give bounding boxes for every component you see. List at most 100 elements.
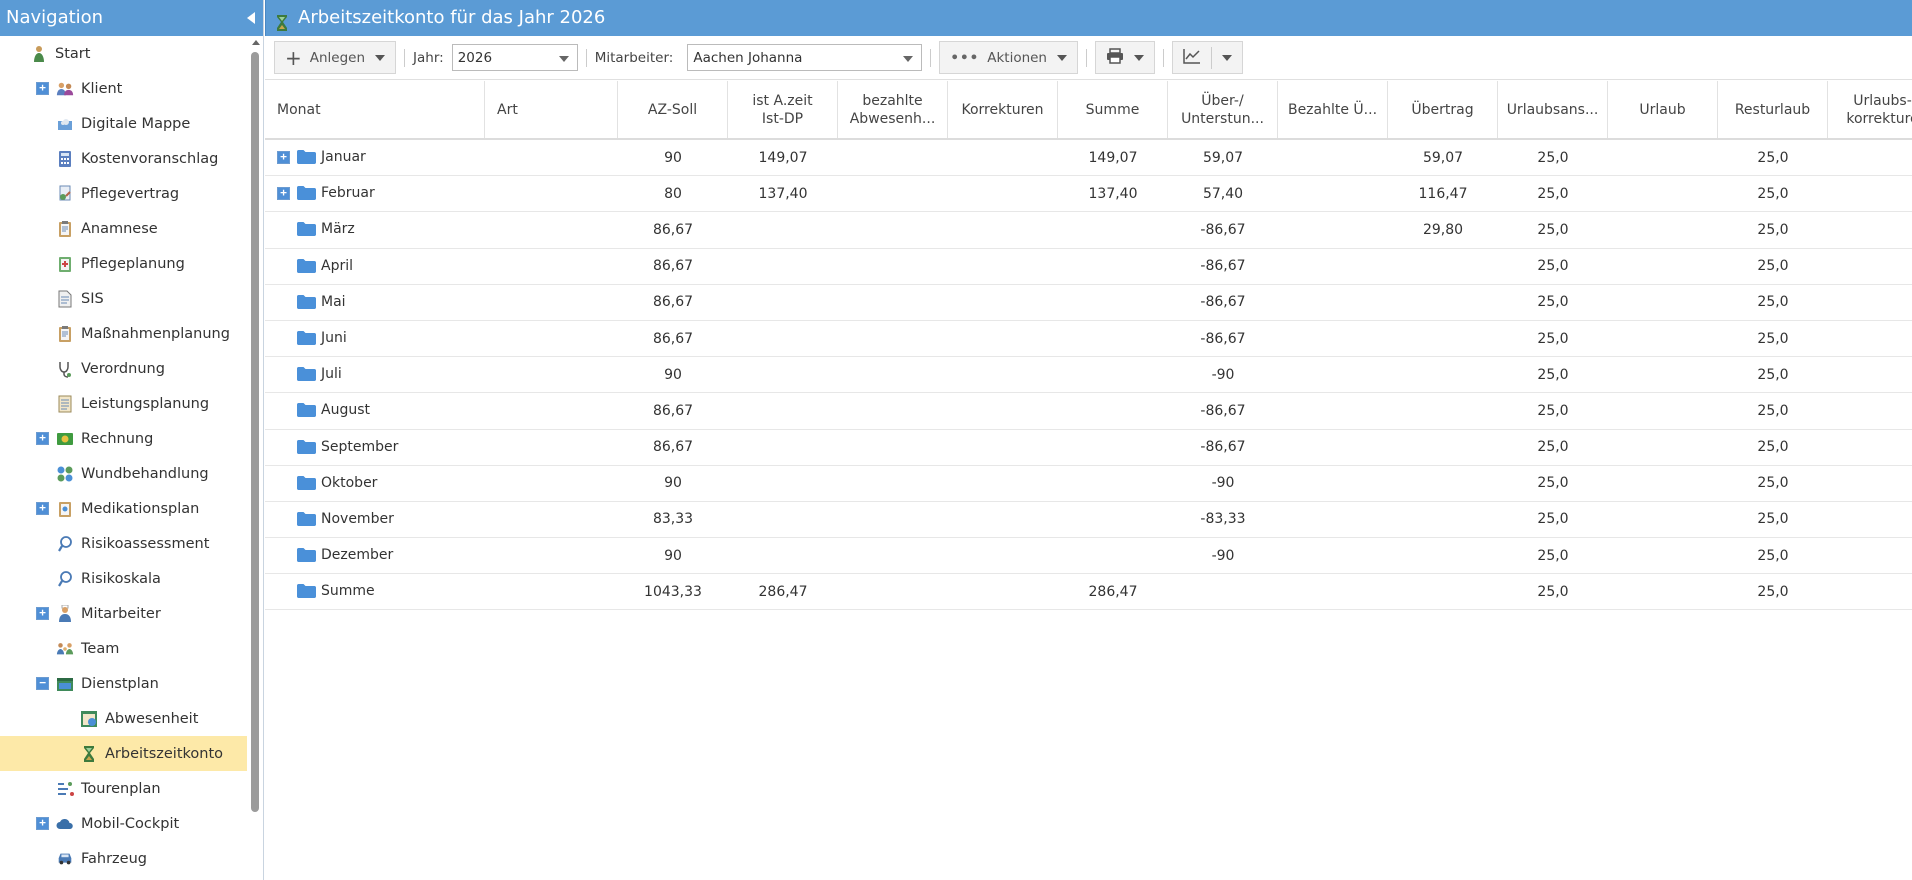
sidebar-item-arbeitszeitkonto[interactable]: Arbeitszeitkonto: [0, 736, 247, 771]
month-label: Februar: [321, 185, 375, 202]
column-header-art[interactable]: Art: [485, 81, 618, 138]
table-row[interactable]: März 86,67 -86,67 29,80 25,0 25,0: [265, 212, 1912, 249]
create-button[interactable]: + Anlegen: [274, 41, 397, 74]
column-header-text: Urlaub: [1639, 101, 1685, 119]
cell-uk: [1828, 357, 1912, 392]
sidebar-item-maßnahmenplanung[interactable]: Maßnahmenplanung: [0, 316, 247, 351]
sidebar-item-abwesenheit[interactable]: Abwesenheit: [0, 701, 247, 736]
expand-icon[interactable]: +: [36, 82, 49, 95]
sidebar-item-risikoassessment[interactable]: Risikoassessment: [0, 526, 247, 561]
sidebar-item-fahrzeug[interactable]: Fahrzeug: [0, 841, 247, 876]
cell-rest: 25,0: [1757, 583, 1789, 600]
column-header-monat[interactable]: Monat: [265, 81, 485, 138]
cell-uebertrag: [1388, 430, 1498, 465]
sidebar-item-start[interactable]: Start: [0, 36, 247, 71]
cell-ueber: -86,67: [1200, 330, 1246, 347]
contract-icon: [56, 185, 74, 203]
sidebar-item-dienstplan[interactable]: − Dienstplan: [0, 666, 247, 701]
column-header-uk[interactable]: Urlaubs-korrekture: [1828, 81, 1912, 138]
sidebar-item-mitarbeiter[interactable]: + Mitarbeiter: [0, 596, 247, 631]
column-header-ua[interactable]: Urlaubsans...: [1498, 81, 1608, 138]
sidebar-item-team[interactable]: Team: [0, 631, 247, 666]
sidebar-item-kostenvoranschlag[interactable]: Kostenvoranschlag: [0, 141, 247, 176]
sidebar-item-wundbehandlung[interactable]: Wundbehandlung: [0, 456, 247, 491]
title-bar: Arbeitszeitkonto für das Jahr 2026: [265, 0, 1912, 36]
grid-body: + Januar 90 149,07 149,07 59,07 59,07 25,0 25,0 +…: [265, 140, 1912, 611]
table-row[interactable]: Juli 90 -90 25,0 25,0: [265, 357, 1912, 394]
cell-summe: 149,07: [1088, 149, 1138, 166]
cell-abw: [838, 357, 948, 392]
table-row[interactable]: Dezember 90 -90 25,0 25,0: [265, 538, 1912, 575]
column-header-bezue[interactable]: Bezahlte Ü...: [1278, 81, 1388, 138]
cell-uebertrag: 59,07: [1422, 149, 1464, 166]
scroll-up-arrow-icon[interactable]: [252, 40, 260, 45]
sidebar-item-klient[interactable]: + Klient: [0, 71, 247, 106]
table-row[interactable]: September 86,67 -86,67 25,0 25,0: [265, 430, 1912, 466]
sidebar-item-label: Anamnese: [81, 220, 158, 237]
collapse-icon[interactable]: −: [36, 677, 49, 690]
sidebar-item-digitale-mappe[interactable]: Digitale Mappe: [0, 106, 247, 141]
table-row[interactable]: Summe 1043,33 286,47 286,47 25,0 25,0: [265, 574, 1912, 611]
table-row[interactable]: + Februar 80 137,40 137,40 57,40 116,47 25,0 25,…: [265, 176, 1912, 213]
column-header-ueber[interactable]: Über-/Unterstun...: [1168, 81, 1278, 138]
folder-icon: [297, 258, 316, 273]
column-header-soll[interactable]: AZ-Soll: [618, 81, 728, 138]
sidebar-item-sis[interactable]: SIS: [0, 281, 247, 316]
table-row[interactable]: Mai 86,67 -86,67 25,0 25,0: [265, 285, 1912, 321]
year-select[interactable]: 2026: [451, 44, 578, 71]
column-header-label: Urlaubsans...: [1506, 101, 1599, 118]
sidebar-item-pflegeplanung[interactable]: Pflegeplanung: [0, 246, 247, 281]
table-row[interactable]: November 83,33 -83,33 25,0 25,0: [265, 502, 1912, 539]
expand-icon[interactable]: +: [36, 607, 49, 620]
cell-soll: 86,67: [652, 294, 694, 311]
chart-button[interactable]: [1172, 41, 1243, 74]
cell-soll: 90: [664, 366, 682, 383]
cell-soll: 80: [664, 185, 682, 202]
cell-summe: [1058, 538, 1168, 573]
month-label: Januar: [321, 149, 366, 165]
column-header-ist[interactable]: ist A.zeit Ist-DP: [728, 81, 838, 138]
expand-icon[interactable]: +: [277, 187, 290, 201]
sidebar-item-risikoskala[interactable]: Risikoskala: [0, 561, 247, 596]
cell-ueber: 59,07: [1202, 149, 1244, 166]
table-row[interactable]: Oktober 90 -90 25,0 25,0: [265, 466, 1912, 502]
print-button[interactable]: [1095, 41, 1155, 74]
cell-urlaub: [1608, 574, 1718, 609]
sidebar-item-pflegevertrag[interactable]: Pflegevertrag: [0, 176, 247, 211]
sidebar-item-rechnung[interactable]: + Rechnung: [0, 421, 247, 456]
cell-summe: 137,40: [1088, 185, 1138, 202]
column-header-urlaub[interactable]: Urlaub: [1608, 81, 1718, 138]
cell-uebertrag: 29,80: [1422, 221, 1464, 238]
navigation-scrollbar[interactable]: [249, 38, 261, 880]
column-header-rest[interactable]: Resturlaub: [1718, 81, 1828, 138]
cell-korr: [948, 176, 1058, 211]
table-row[interactable]: + Januar 90 149,07 149,07 59,07 59,07 25,0 25,0: [265, 140, 1912, 177]
cell-bezue: [1278, 176, 1388, 211]
column-header-summe[interactable]: Summe: [1058, 81, 1168, 138]
column-header-korr[interactable]: Korrekturen: [948, 81, 1058, 138]
expand-icon[interactable]: +: [36, 817, 49, 830]
sidebar-item-label: Mitarbeiter: [81, 605, 161, 622]
sidebar-item-mobil-cockpit[interactable]: + Mobil-Cockpit: [0, 806, 247, 841]
sidebar-item-leistungsplanung[interactable]: Leistungsplanung: [0, 386, 247, 421]
expand-icon[interactable]: +: [36, 502, 49, 515]
collapse-navigation-icon[interactable]: [247, 12, 255, 24]
folder-icon: [297, 330, 316, 345]
column-header-uebertrag[interactable]: Übertrag: [1388, 81, 1498, 138]
table-row[interactable]: April 86,67 -86,67 25,0 25,0: [265, 249, 1912, 285]
employee-select[interactable]: Aachen Johanna: [687, 44, 923, 71]
expand-icon[interactable]: +: [36, 432, 49, 445]
column-header-abw[interactable]: bezahlte Abwesenh...: [838, 81, 948, 138]
cell-bezue: [1278, 466, 1388, 501]
sidebar-item-label: Start: [55, 45, 91, 62]
sidebar-item-verordnung[interactable]: Verordnung: [0, 351, 247, 386]
table-row[interactable]: August 86,67 -86,67 25,0 25,0: [265, 393, 1912, 430]
actions-button[interactable]: ••• Aktionen: [939, 41, 1078, 74]
expand-icon[interactable]: +: [277, 151, 290, 164]
sidebar-item-tourenplan[interactable]: Tourenplan: [0, 771, 247, 806]
sidebar-item-medikationsplan[interactable]: + Medikationsplan: [0, 491, 247, 526]
table-row[interactable]: Juni 86,67 -86,67 25,0 25,0: [265, 321, 1912, 358]
cell-korr: [948, 393, 1058, 428]
sidebar-item-anamnese[interactable]: Anamnese: [0, 211, 247, 246]
scrollbar-thumb[interactable]: [251, 52, 259, 812]
